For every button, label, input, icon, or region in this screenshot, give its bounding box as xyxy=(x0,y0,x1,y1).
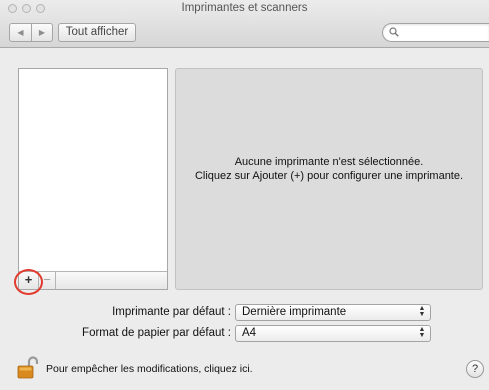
no-printer-message-line2: Cliquez sur Ajouter (+) pour configurer … xyxy=(194,170,464,182)
window-title: Imprimantes et scanners xyxy=(181,2,308,14)
title-bar: Imprimantes et scanners ◀ ▶ Tout affiche… xyxy=(0,0,489,48)
default-printer-value: Dernière imprimante xyxy=(242,306,347,318)
default-paper-value: A4 xyxy=(242,327,257,339)
navigation-buttons: ◀ ▶ xyxy=(9,23,53,42)
lock-icon[interactable] xyxy=(17,355,41,379)
back-button[interactable]: ◀ xyxy=(10,24,31,41)
search-icon xyxy=(389,27,399,37)
default-printer-label: Imprimante par défaut : xyxy=(112,306,231,318)
forward-button[interactable]: ▶ xyxy=(31,24,52,41)
preferences-window: Imprimantes et scanners ◀ ▶ Tout affiche… xyxy=(0,0,489,390)
help-button[interactable]: ? xyxy=(466,360,484,378)
search-input[interactable] xyxy=(382,23,489,42)
no-printer-message-line1: Aucune imprimante n'est sélectionnée. xyxy=(234,156,424,168)
forward-arrow-icon: ▶ xyxy=(38,28,46,37)
show-all-button[interactable]: Tout afficher xyxy=(58,23,136,42)
back-arrow-icon: ◀ xyxy=(17,28,24,37)
printer-list-toolbar: + − xyxy=(19,271,167,289)
popup-arrows-icon: ▲ ▼ xyxy=(418,305,426,318)
printer-detail-pane: Aucune imprimante n'est sélectionnée. Cl… xyxy=(175,68,483,290)
default-printer-popup[interactable]: Dernière imprimante ▲ ▼ xyxy=(235,304,431,321)
default-paper-label: Format de papier par défaut : xyxy=(82,327,231,339)
default-paper-popup[interactable]: A4 ▲ ▼ xyxy=(235,325,431,342)
lock-label: Pour empêcher les modifications, cliquez… xyxy=(46,363,253,375)
printer-list[interactable]: + − xyxy=(18,68,168,290)
popup-arrows-icon: ▲ ▼ xyxy=(418,326,426,339)
add-printer-button[interactable]: + xyxy=(19,272,39,289)
remove-printer-button[interactable]: − xyxy=(39,272,56,289)
no-printer-message: Aucune imprimante n'est sélectionnée. Cl… xyxy=(176,155,482,183)
